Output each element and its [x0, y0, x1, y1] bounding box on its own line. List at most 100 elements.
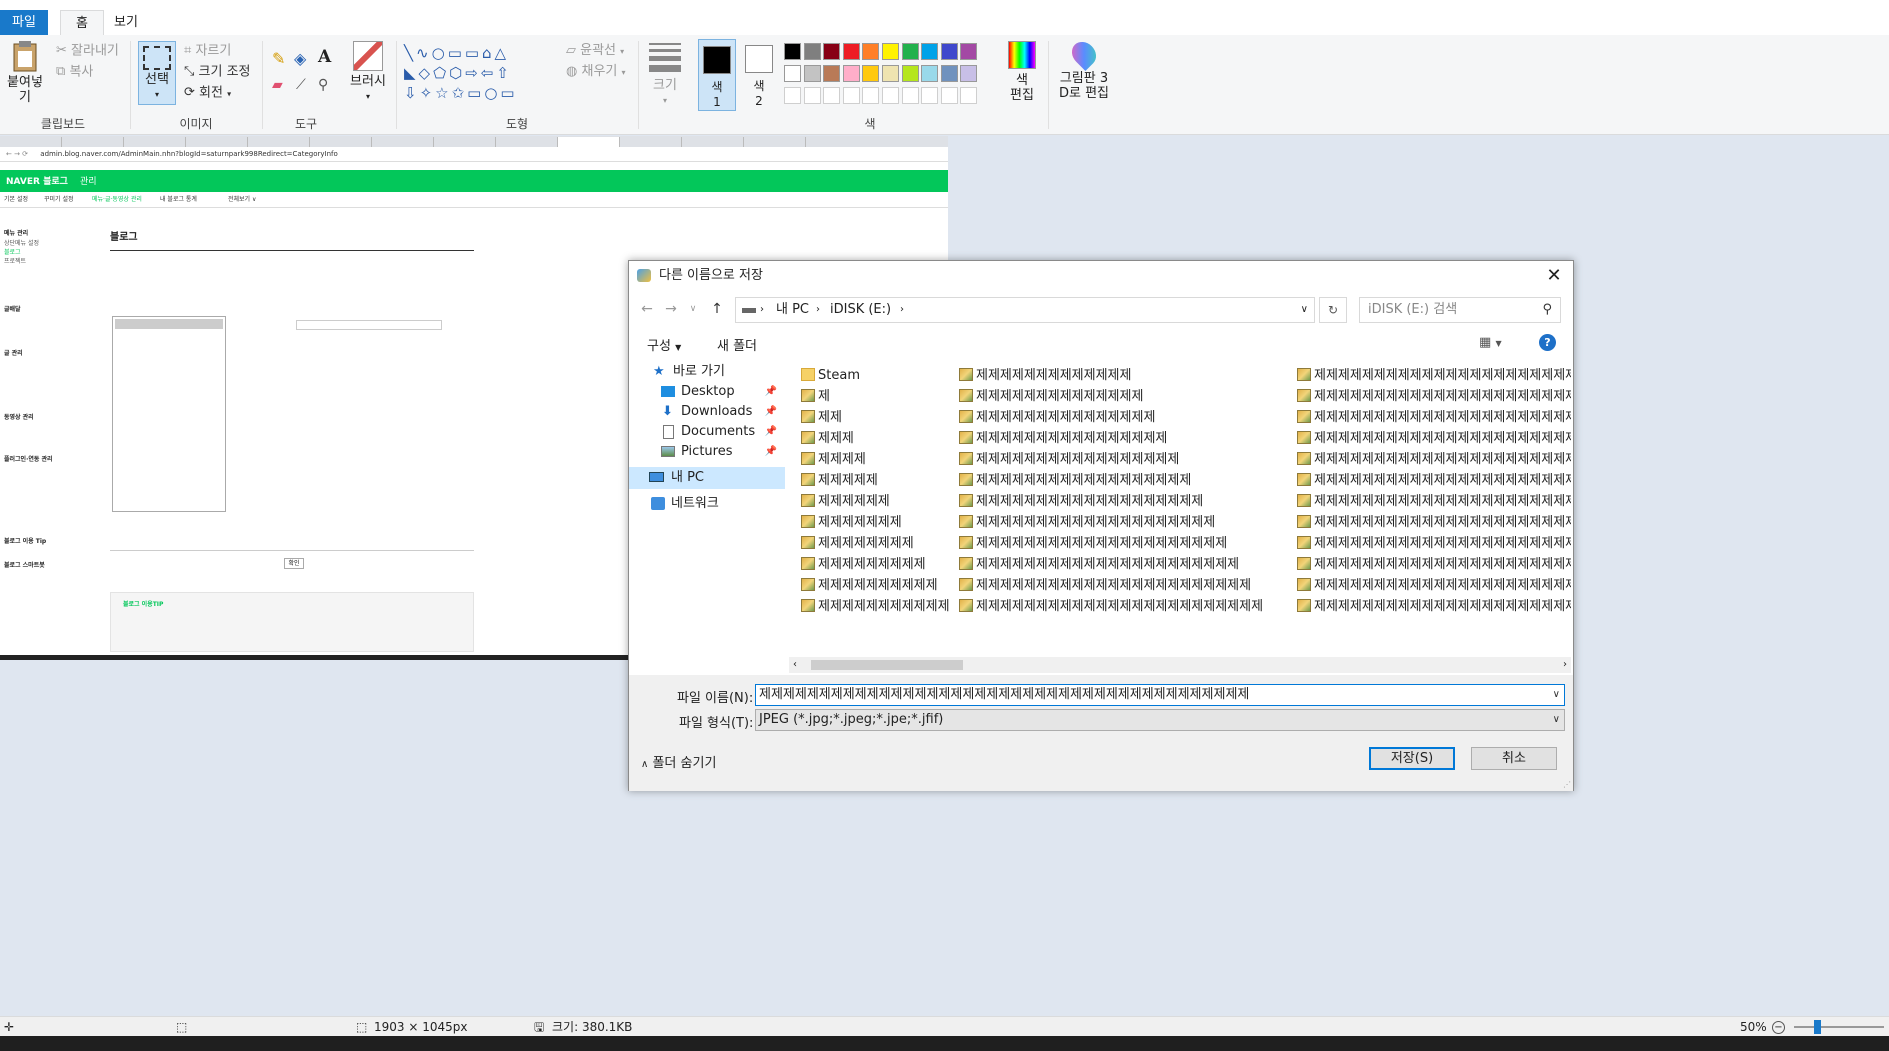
palette-swatch[interactable]: [784, 87, 801, 104]
nav-quick-access[interactable]: ★ 바로 가기: [629, 361, 785, 383]
forward-button[interactable]: →: [661, 299, 681, 319]
palette-swatch[interactable]: [940, 65, 958, 82]
select-button[interactable]: 선택 ▾: [138, 41, 176, 105]
refresh-button[interactable]: ↻: [1319, 297, 1347, 323]
new-folder-button[interactable]: 새 폴더: [717, 335, 757, 354]
file-item[interactable]: 제제제제제제제제제제제제제제제제제제제제제제제제제제제제제제제제제제제: [1297, 554, 1571, 575]
tab-home[interactable]: 홈: [60, 10, 104, 35]
palette-swatch[interactable]: [940, 43, 958, 60]
palette-swatch[interactable]: [882, 87, 899, 104]
magnifier-tool[interactable]: ⚲: [318, 77, 328, 93]
address-bar[interactable]: › 내 PC › iDISK (E:) › ∨: [735, 297, 1315, 323]
file-item[interactable]: Steam: [801, 365, 962, 386]
nav-documents[interactable]: Documents 📌: [629, 421, 785, 443]
palette-swatch[interactable]: [921, 65, 939, 82]
file-item[interactable]: 제제제제제제제제제제제제제제제제제제제제제제제제제제제제제: [1297, 428, 1571, 449]
copy-button[interactable]: ⧉ 복사: [56, 62, 93, 82]
file-item[interactable]: 제제제제제제제제제제제제제제제제제제제제제: [959, 533, 1275, 554]
palette-swatch[interactable]: [862, 65, 880, 82]
palette-swatch[interactable]: [842, 65, 860, 82]
file-item[interactable]: 제제제제제제제제제제제제제제제제제제제제제제제제제제: [1297, 365, 1571, 386]
scroll-right-icon[interactable]: ›: [1563, 657, 1567, 673]
file-item[interactable]: 제제제제제제제제제제제제제제: [959, 386, 1275, 407]
file-item[interactable]: 제제제제제제제제제제제제제제제제제제제제제제제제제제제: [1297, 386, 1571, 407]
palette-swatch[interactable]: [882, 43, 899, 60]
resize-button[interactable]: ⤡ 크기 조정: [184, 62, 251, 82]
outline-button[interactable]: ▱ 윤곽선 ▾: [566, 41, 624, 61]
chevron-down-icon[interactable]: ∨: [1553, 685, 1560, 705]
tab-file[interactable]: 파일: [0, 10, 48, 35]
file-item[interactable]: 제제제제제제제제: [801, 533, 962, 554]
file-item[interactable]: 제제제제제제제제제제제제제제제제제제제제제제제제제제제제제제: [1297, 449, 1571, 470]
zoom-slider-thumb[interactable]: [1814, 1020, 1821, 1034]
back-button[interactable]: ←: [637, 299, 657, 319]
color1-button[interactable]: 색 1: [698, 39, 736, 111]
scroll-left-icon[interactable]: ‹: [793, 657, 797, 673]
file-item[interactable]: 제제제제제제제제제제제제제제제제제제제: [959, 491, 1275, 512]
palette-swatch[interactable]: [823, 87, 841, 104]
file-item[interactable]: 제제제: [801, 428, 962, 449]
eraser-tool[interactable]: ▰: [272, 77, 283, 93]
palette-swatch[interactable]: [803, 65, 821, 82]
file-item[interactable]: 제제제제제제제제제제제제제제제제제: [959, 449, 1275, 470]
file-item[interactable]: 제제제제제제제제제제제제제제제제제제제제제제제제제제제제제제제제제제: [1297, 533, 1571, 554]
file-item[interactable]: 제제제제제제제제제제제제제제제: [959, 407, 1275, 428]
file-item[interactable]: 제제제제제제: [801, 491, 962, 512]
fill-tool[interactable]: ◈: [294, 49, 306, 68]
nav-pictures[interactable]: Pictures 📌: [629, 441, 785, 463]
palette-swatch[interactable]: [803, 43, 821, 60]
breadcrumb-drive[interactable]: iDISK (E:): [830, 298, 891, 322]
file-item[interactable]: 제제제제제제제제제제제제제제제제제제: [959, 470, 1275, 491]
file-item[interactable]: 제제제제제제제제제제제제제제제제제제제제제제제: [959, 575, 1275, 596]
crop-button[interactable]: ⌗ 자르기: [184, 41, 231, 61]
palette-swatch[interactable]: [960, 43, 978, 60]
save-button[interactable]: 저장(S): [1369, 747, 1455, 770]
palette-swatch[interactable]: [842, 87, 860, 104]
color-picker-tool[interactable]: ⟋: [296, 77, 306, 93]
palette-swatch[interactable]: [842, 43, 860, 60]
file-item[interactable]: 제제제제제제제제제제제제제제제제제제제제제제제제제제제제: [1297, 407, 1571, 428]
help-button[interactable]: ?: [1539, 334, 1556, 351]
palette-swatch[interactable]: [784, 43, 801, 60]
fill-button[interactable]: ◍ 채우기 ▾: [566, 62, 626, 82]
resize-grip-icon[interactable]: ⋰: [1563, 780, 1571, 789]
file-item[interactable]: 제제제제제제제제제제제제제제제제제제제제: [959, 512, 1275, 533]
file-item[interactable]: 제제제제제: [801, 470, 962, 491]
breadcrumb-pc[interactable]: 내 PC: [776, 298, 809, 322]
file-item[interactable]: 제제제제제제제제제제: [801, 575, 962, 596]
palette-swatch[interactable]: [823, 43, 841, 60]
file-item[interactable]: 제제제제제제제제제제제제제제제제제제제제제제제제제제제제제제제제제제제제: [1297, 575, 1571, 596]
palette-swatch[interactable]: [901, 87, 919, 104]
filetype-select[interactable]: JPEG (*.jpg;*.jpeg;*.jpe;*.jfif) ∨: [755, 709, 1565, 731]
nav-this-pc[interactable]: 내 PC: [629, 467, 785, 489]
file-item[interactable]: 제제: [801, 407, 962, 428]
file-item[interactable]: 제제제제제제제제제제제제제: [959, 365, 1275, 386]
file-item[interactable]: 제제제제제제제제제제제제제제제제제제제제제제제제제제제제제제제제: [1297, 491, 1571, 512]
chevron-down-icon[interactable]: ∨: [1301, 298, 1308, 322]
cancel-button[interactable]: 취소: [1471, 747, 1557, 770]
tab-view[interactable]: 보기: [104, 10, 148, 35]
palette-swatch[interactable]: [823, 65, 841, 82]
file-item[interactable]: 제제제제제제제제제제제제제제제제제제제제제제제제제제제제제제제: [1297, 470, 1571, 491]
hide-folders-button[interactable]: ∧ 폴더 숨기기: [641, 752, 716, 771]
file-item[interactable]: 제제제제: [801, 449, 962, 470]
file-item[interactable]: 제제제제제제제제제제제제제제제제제제제제제제제제제제제제제제제제제제제제제: [1297, 596, 1571, 615]
up-button[interactable]: ↑: [707, 299, 727, 319]
palette-swatch[interactable]: [921, 87, 939, 104]
paint3d-button[interactable]: 그림판 3 D로 편집: [1054, 37, 1114, 101]
search-input[interactable]: iDISK (E:) 검색 ⚲: [1359, 297, 1561, 323]
cut-button[interactable]: ✂ 잘라내기: [56, 41, 119, 61]
palette-swatch[interactable]: [862, 87, 880, 104]
organize-button[interactable]: 구성 ▼: [647, 335, 681, 354]
text-tool[interactable]: A: [318, 47, 331, 67]
palette-swatch[interactable]: [921, 43, 939, 60]
palette-swatch[interactable]: [862, 43, 880, 60]
edit-colors-button[interactable]: 색 편집: [1002, 41, 1042, 103]
zoom-slider[interactable]: [1794, 1020, 1884, 1034]
size-button[interactable]: 크기 ▾: [644, 41, 686, 108]
palette-swatch[interactable]: [784, 65, 801, 82]
nav-desktop[interactable]: Desktop 📌: [629, 381, 785, 403]
rotate-button[interactable]: ⟳ 회전 ▾: [184, 83, 231, 103]
shapes-gallery[interactable]: ╲∿○▭▭⌂△ ◣◇⬠⬡⇨⇦⇧ ⇩✧☆✩▭○▭: [404, 43, 554, 103]
brushes-button[interactable]: 브러시 ▾: [346, 41, 390, 104]
